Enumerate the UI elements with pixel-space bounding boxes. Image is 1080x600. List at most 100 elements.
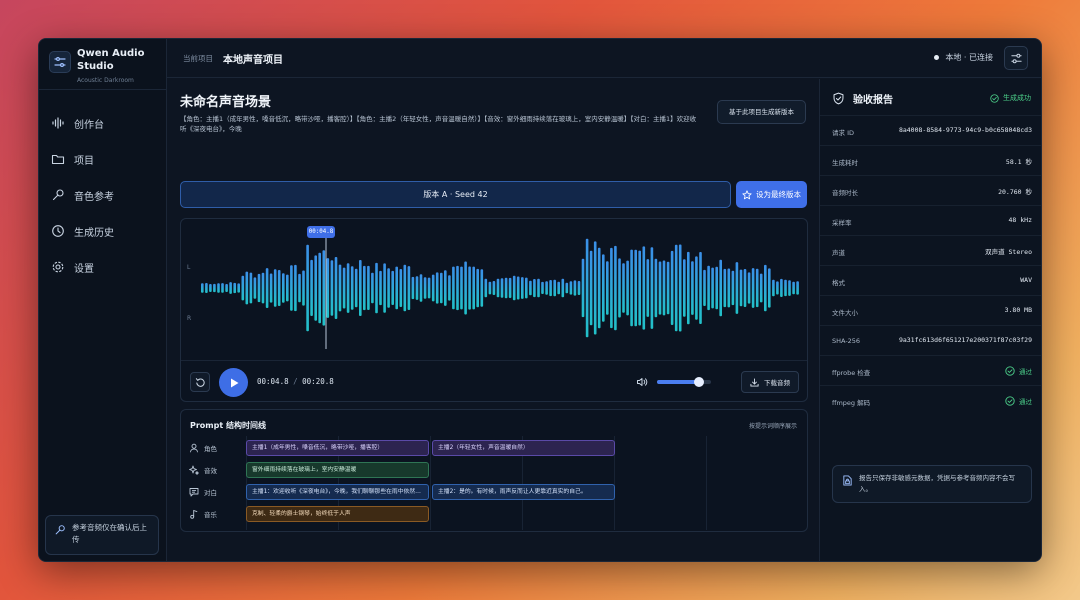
- waveform-bar: [654, 258, 658, 318]
- scene-title: 未命名声音场景: [180, 95, 272, 110]
- report-value: 3.80 MB: [1004, 306, 1032, 314]
- row-label-text: 角色: [204, 445, 217, 453]
- connection-status: 本地 · 已连接: [934, 52, 993, 63]
- waveform-bar: [253, 277, 257, 299]
- chat-icon: [189, 488, 199, 497]
- waveform-bar: [217, 283, 220, 293]
- check-circle-icon: [1005, 396, 1015, 406]
- row-label: 音效: [189, 465, 217, 475]
- report-row-gen-time: 生成耗时 58.1 秒: [820, 145, 1041, 175]
- waveform-bar: [387, 268, 390, 308]
- waveform-bar: [273, 269, 277, 307]
- report-title: 验收报告: [853, 95, 893, 106]
- waveform-bar: [346, 263, 350, 313]
- row-label-text: 对白: [204, 489, 217, 497]
- brand: Qwen Audio Studio Acoustic Darkroom: [49, 47, 161, 84]
- waveform-bar: [488, 281, 492, 295]
- app-window: Qwen Audio Studio Acoustic Darkroom 创作台 …: [38, 38, 1042, 562]
- waveform-bar: [269, 273, 273, 303]
- waveform-bar: [399, 269, 403, 307]
- waveform-bar: [419, 274, 423, 302]
- waveform-bar: [707, 265, 710, 311]
- waveform-bar: [606, 261, 609, 315]
- timeline-chip[interactable]: 克制、轻柔的爵士钢琴，始终低于人声: [246, 506, 429, 522]
- waveform-bar: [504, 277, 508, 299]
- timeline-chip[interactable]: 主播1（成年男性，嗓音低沉，略带沙哑，播客腔）: [246, 440, 429, 456]
- waveform-bar: [622, 263, 625, 313]
- download-button[interactable]: 下载音频: [741, 371, 799, 393]
- waveform-bar: [213, 283, 216, 293]
- waveform-bar: [298, 273, 301, 303]
- row-label: 对白: [189, 487, 217, 497]
- waveform-bar: [759, 273, 763, 303]
- waveform-bar: [500, 278, 504, 298]
- waveform-bar: [277, 270, 281, 306]
- waveform-card: L R 00:04.8 00:04.8 / 00:20.8 下载音频: [180, 218, 808, 402]
- upload-notice: 参考音频仅在确认后上传: [45, 515, 159, 555]
- timeline-chip[interactable]: 主播2：是的。有时候，雨声反而让人更靠近真实的自己。: [432, 484, 615, 500]
- sidebar-item-voice-reference[interactable]: 音色参考: [51, 177, 161, 213]
- timeline-row-sfx: 音效 窗外细雨持续落在玻璃上，室内安静温暖: [181, 460, 809, 482]
- report-row-channels: 声道 双声道 Stereo: [820, 235, 1041, 265]
- waveform-bar: [715, 266, 718, 310]
- waveform-bar: [561, 278, 565, 298]
- timeline-title: Prompt 结构时间线: [190, 421, 266, 430]
- waveform-bar: [375, 262, 378, 314]
- breadcrumb-label: 当前项目: [183, 54, 213, 63]
- timeline-chip[interactable]: 主播2（年轻女性，声音温暖自然）: [432, 440, 615, 456]
- sidebar-item-projects[interactable]: 项目: [51, 141, 161, 177]
- preferences-button[interactable]: [1004, 46, 1028, 70]
- waveform-bar: [719, 259, 722, 317]
- waveform-bar: [626, 260, 629, 316]
- waveform-bar: [350, 266, 354, 310]
- waveform-bar: [318, 252, 321, 324]
- report-row-request-id: 请求 ID 8a4008-8584-9773-94c9-b0c658048cd3: [820, 115, 1041, 145]
- waveform-bar: [585, 238, 589, 338]
- waveform-bars: [201, 232, 799, 349]
- timeline-chip[interactable]: 窗外细雨持续落在玻璃上，室内安静温暖: [246, 462, 429, 478]
- volume-slider[interactable]: [657, 377, 711, 387]
- total-duration: 00:20.8: [302, 377, 334, 386]
- sidebar: Qwen Audio Studio Acoustic Darkroom 创作台 …: [39, 39, 167, 561]
- report-value: 通过: [1005, 366, 1032, 376]
- waveform-bar: [484, 278, 488, 298]
- report-row-sha256: SHA-256 9a31fc613d6f651217e200371f87c03f2…: [820, 325, 1041, 355]
- waveform-bar: [452, 266, 455, 310]
- sidebar-item-workbench[interactable]: 创作台: [51, 105, 161, 141]
- restart-button[interactable]: [190, 372, 210, 392]
- play-button[interactable]: [219, 368, 248, 397]
- waveform-bar: [735, 262, 739, 314]
- sliders-icon: [1010, 53, 1022, 63]
- volume-icon[interactable]: [636, 376, 648, 388]
- sidebar-item-history[interactable]: 生成历史: [51, 213, 161, 249]
- waveform-bar: [747, 272, 751, 304]
- sidebar-item-settings[interactable]: 设置: [51, 249, 161, 285]
- waveform-bar: [792, 281, 795, 295]
- timeline-hint: 按提示词顺序展示: [748, 423, 797, 430]
- waveform-bar: [545, 281, 548, 295]
- version-selector[interactable]: 版本 A · Seed 42: [180, 181, 731, 208]
- waveform-bar: [687, 251, 690, 325]
- waveform-bar: [205, 283, 208, 293]
- acceptance-report: 验收报告 生成成功 请求 ID 8a4008-8584-9773-94c9-b0c…: [819, 79, 1041, 561]
- waveform-bar: [257, 273, 261, 303]
- set-final-button[interactable]: 设为最终版本: [736, 181, 807, 208]
- waveform-bar: [294, 264, 297, 312]
- waveform-bar: [695, 256, 698, 320]
- waveform-bar: [435, 272, 439, 304]
- app-name: Qwen Audio Studio: [77, 48, 145, 72]
- waveform-bar: [521, 277, 524, 299]
- waveform-bar: [796, 281, 799, 295]
- waveform-bar: [565, 282, 569, 294]
- volume-knob[interactable]: [694, 377, 705, 387]
- waveform[interactable]: L R 00:04.8: [181, 219, 807, 359]
- current-time: 00:04.8: [257, 377, 289, 386]
- waveform-bar: [363, 265, 366, 311]
- regenerate-button[interactable]: 基于此项目生成新版本: [717, 100, 806, 124]
- waveform-bar: [411, 276, 415, 300]
- report-row-ffmpeg: ffmpeg 解码 通过: [820, 385, 1041, 415]
- timeline-chip[interactable]: 主播1：欢迎收听《深夜电台》，今晚，我们聊聊那些在雨中依然…: [246, 484, 429, 500]
- restart-icon: [195, 377, 205, 387]
- waveform-bar: [472, 266, 475, 310]
- waveform-bar: [468, 266, 471, 310]
